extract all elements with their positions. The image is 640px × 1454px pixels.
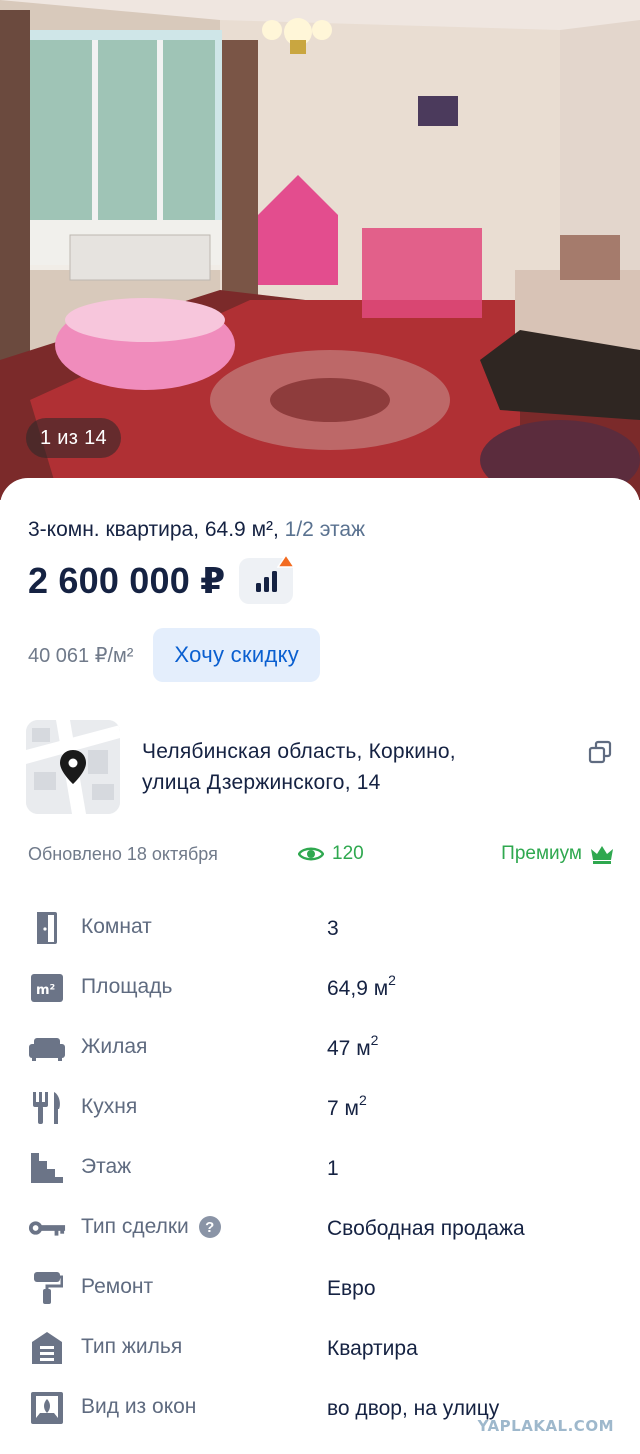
listing-meta-row: Обновлено 18 октября 120 Премиум	[28, 840, 614, 868]
param-value: Евро	[327, 1277, 376, 1300]
map-thumbnail[interactable]	[26, 720, 120, 814]
listing-details-sheet: 3-комн. квартира, 64.9 м², 1/2 этаж 2 60…	[0, 478, 640, 1454]
param-row-rooms: Комнат 3	[28, 898, 614, 958]
premium-label: Премиум	[501, 843, 582, 864]
param-value: Квартира	[327, 1337, 418, 1360]
price-per-meter-row: 40 061 ₽/м² Хочу скидку	[28, 628, 321, 682]
premium-badge[interactable]: Премиум	[501, 840, 614, 868]
watermark: YAPLAKAL.COM	[477, 1417, 614, 1435]
price-row: 2 600 000 ₽	[28, 554, 296, 606]
listing-type-area: 3-комн. квартира, 64.9 м²,	[28, 518, 285, 541]
window-view-icon	[28, 1390, 66, 1426]
address-line-1: Челябинская область, Коркино,	[142, 740, 456, 763]
param-row-kitchen: Кухня 7 м2	[28, 1078, 614, 1138]
help-icon[interactable]: ?	[198, 1216, 221, 1238]
key-icon	[28, 1210, 66, 1246]
sofa-icon	[28, 1030, 66, 1066]
copy-icon[interactable]	[588, 740, 612, 764]
paint-roller-icon	[28, 1270, 66, 1306]
views-number: 120	[332, 843, 364, 864]
param-label: Тип жилья	[81, 1335, 183, 1358]
price-up-indicator-icon	[277, 554, 296, 568]
listing-subtitle: 3-комн. квартира, 64.9 м², 1/2 этаж	[28, 518, 365, 542]
param-row-renovation: Ремонт Евро	[28, 1258, 614, 1318]
param-value: 1	[327, 1157, 339, 1180]
param-value: 47 м2	[327, 1032, 379, 1060]
param-row-deal-type: Тип сделки? Свободная продажа	[28, 1198, 614, 1258]
stairs-icon	[28, 1150, 66, 1186]
params-list: Комнат 3 m² Площадь 64,9 м2 Жилая 47 м2 …	[28, 898, 614, 1438]
svg-text:m²: m²	[36, 983, 55, 998]
fork-knife-icon	[28, 1090, 66, 1126]
param-value: 64,9 м2	[327, 972, 396, 1000]
listing-photo[interactable]: 1 из 14	[0, 0, 640, 500]
param-label: Тип сделки?	[81, 1215, 221, 1239]
param-label: Комнат	[81, 915, 152, 938]
address-line-2: улица Дзержинского, 14	[142, 771, 381, 794]
photo-counter: 1 из 14	[26, 418, 121, 458]
price-stats-button[interactable]	[239, 554, 296, 604]
param-label: Кухня	[81, 1095, 138, 1118]
param-value: Свободная продажа	[327, 1217, 525, 1240]
param-label: Жилая	[81, 1035, 148, 1058]
param-label: Площадь	[81, 975, 173, 998]
map-preview	[26, 720, 120, 814]
listing-floor-link[interactable]: 1/2 этаж	[285, 518, 365, 541]
param-row-floor: Этаж 1	[28, 1138, 614, 1198]
updated-date: Обновлено 18 октября	[28, 844, 218, 864]
param-label: Вид из окон	[81, 1395, 197, 1418]
param-value: 7 м2	[327, 1092, 367, 1120]
price-per-meter: 40 061 ₽/м²	[28, 644, 134, 667]
param-value: во двор, на улицу	[327, 1397, 500, 1420]
address-row[interactable]: Челябинская область, Коркино, улица Дзер…	[26, 720, 616, 814]
want-discount-button[interactable]: Хочу скидку	[153, 628, 321, 682]
views-count[interactable]: 120	[298, 840, 364, 868]
param-row-living-area: Жилая 47 м2	[28, 1018, 614, 1078]
param-value: 3	[327, 917, 339, 940]
param-row-area: m² Площадь 64,9 м2	[28, 958, 614, 1018]
crown-icon	[591, 846, 613, 864]
param-row-housing-type: Тип жилья Квартира	[28, 1318, 614, 1378]
building-icon	[28, 1330, 66, 1366]
square-meter-icon: m²	[28, 970, 66, 1006]
bar-chart-icon	[256, 571, 278, 592]
price: 2 600 000 ₽	[28, 560, 226, 601]
door-icon	[28, 910, 66, 946]
param-label: Этаж	[81, 1155, 132, 1178]
param-label: Ремонт	[81, 1275, 154, 1298]
eye-icon	[298, 847, 324, 861]
address-text: Челябинская область, Коркино, улица Дзер…	[142, 736, 456, 798]
